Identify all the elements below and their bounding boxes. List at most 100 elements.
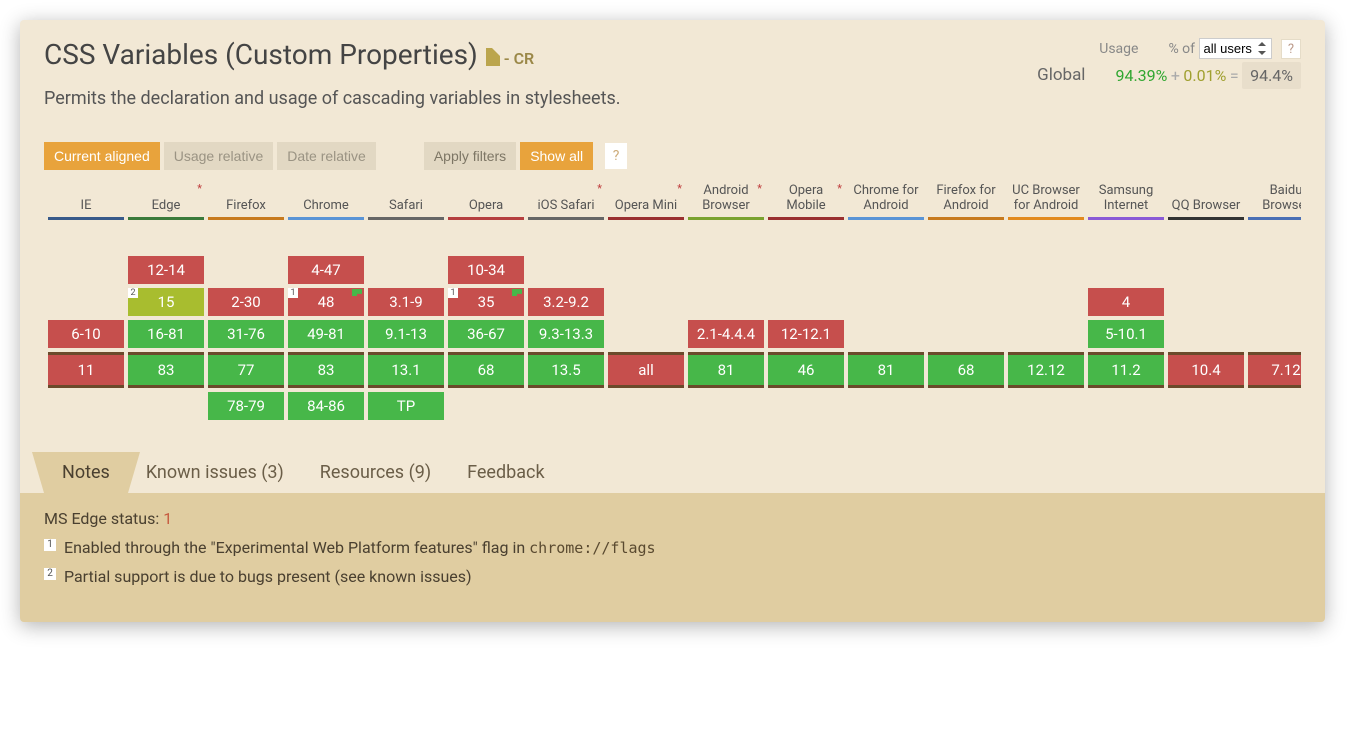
version-cell[interactable]: 49-81 <box>288 320 364 348</box>
tab-feedback[interactable]: Feedback <box>449 452 562 493</box>
version-cell[interactable]: 12-12.1 <box>768 320 844 348</box>
version-cell <box>448 224 524 252</box>
spec-doc-icon[interactable] <box>486 48 500 66</box>
version-cell <box>208 256 284 284</box>
date-relative-button[interactable]: Date relative <box>277 142 376 170</box>
current-version-cell[interactable]: 12.12 <box>1008 352 1084 388</box>
current-version-cell[interactable]: 81 <box>848 352 924 388</box>
future-version-cell[interactable]: 84-86 <box>288 392 364 420</box>
controls-help-button[interactable]: ? <box>605 143 627 169</box>
version-cell[interactable]: 36-67 <box>448 320 524 348</box>
version-cell <box>1168 224 1244 252</box>
current-version-cell[interactable]: 13.1 <box>368 352 444 388</box>
version-cell <box>928 320 1004 348</box>
browser-header[interactable]: Opera <box>448 182 524 220</box>
browser-header[interactable]: Safari <box>368 182 444 220</box>
current-version-cell[interactable]: 7.12 <box>1248 352 1301 388</box>
view-controls: Current aligned Usage relative Date rela… <box>20 142 1325 170</box>
version-cell[interactable]: 481 <box>288 288 364 316</box>
note-badge: 1 <box>448 288 458 298</box>
version-cell[interactable]: 2-30 <box>208 288 284 316</box>
current-aligned-button[interactable]: Current aligned <box>44 142 160 170</box>
version-cell <box>1248 288 1301 316</box>
version-cell[interactable]: 10-34 <box>448 256 524 284</box>
version-cell <box>928 288 1004 316</box>
apply-filters-button[interactable]: Apply filters <box>424 142 516 170</box>
version-cell[interactable]: 9.3-13.3 <box>528 320 604 348</box>
usage-relative-button[interactable]: Usage relative <box>164 142 274 170</box>
version-cell <box>288 224 364 252</box>
version-cell[interactable]: 5-10.1 <box>1088 320 1164 348</box>
edge-status-value[interactable]: 1 <box>163 509 172 528</box>
version-cell[interactable]: 152 <box>128 288 204 316</box>
pct-of-label: % of <box>1168 41 1195 57</box>
current-version-cell[interactable]: 83 <box>288 352 364 388</box>
version-cell[interactable]: 2.1-4.4.4 <box>688 320 764 348</box>
version-cell <box>848 288 924 316</box>
browser-header[interactable]: Chrome <box>288 182 364 220</box>
browser-header[interactable]: Samsung Internet <box>1088 182 1164 220</box>
current-version-cell[interactable]: 77 <box>208 352 284 388</box>
version-cell <box>368 224 444 252</box>
current-version-cell[interactable]: 11.2 <box>1088 352 1164 388</box>
version-cell <box>688 288 764 316</box>
current-version-cell[interactable]: 83 <box>128 352 204 388</box>
current-version-cell[interactable]: 46 <box>768 352 844 388</box>
version-cell <box>1168 256 1244 284</box>
current-version-cell[interactable]: 11 <box>48 352 124 388</box>
version-cell[interactable]: 3.2-9.2 <box>528 288 604 316</box>
current-version-cell[interactable]: 10.4 <box>1168 352 1244 388</box>
future-version-cell[interactable]: 78-79 <box>208 392 284 420</box>
version-cell[interactable]: 6-10 <box>48 320 124 348</box>
version-cell[interactable]: 4-47 <box>288 256 364 284</box>
current-version-cell[interactable]: 13.5 <box>528 352 604 388</box>
future-version-cell[interactable]: TP <box>368 392 444 420</box>
version-cell[interactable]: 16-81 <box>128 320 204 348</box>
support-table: IEEdge*FirefoxChromeSafariOperaiOS Safar… <box>44 178 1301 424</box>
global-label: Global <box>1037 65 1085 85</box>
version-cell <box>768 224 844 252</box>
current-version-cell[interactable]: all <box>608 352 684 388</box>
browser-header[interactable]: Android Browser* <box>688 182 764 220</box>
current-version-cell[interactable]: 81 <box>688 352 764 388</box>
support-table-scroll[interactable]: IEEdge*FirefoxChromeSafariOperaiOS Safar… <box>44 178 1301 434</box>
browser-header[interactable]: Firefox for Android <box>928 182 1004 220</box>
browser-header[interactable]: UC Browser for Android <box>1008 182 1084 220</box>
browser-header[interactable]: IE <box>48 182 124 220</box>
help-button[interactable]: ? <box>1281 39 1301 59</box>
browser-header[interactable]: Chrome for Android <box>848 182 924 220</box>
version-cell <box>48 288 124 316</box>
show-all-button[interactable]: Show all <box>520 142 593 170</box>
footnote-1-badge: 1 <box>44 539 56 551</box>
feature-title: CSS Variables (Custom Properties) <box>44 38 478 71</box>
version-cell <box>768 288 844 316</box>
asterisk-icon: * <box>757 182 762 195</box>
asterisk-icon: * <box>197 182 202 195</box>
version-cell[interactable]: 351 <box>448 288 524 316</box>
future-version-cell <box>848 392 924 420</box>
browser-header[interactable]: Baidu Browser <box>1248 182 1301 220</box>
browser-header[interactable]: Opera Mini* <box>608 182 684 220</box>
browser-header[interactable]: QQ Browser <box>1168 182 1244 220</box>
scope-select[interactable]: all users <box>1199 38 1272 59</box>
version-cell[interactable]: 4 <box>1088 288 1164 316</box>
tab-notes[interactable]: Notes <box>44 452 128 493</box>
version-cell <box>128 224 204 252</box>
future-version-cell <box>1088 392 1164 420</box>
version-cell[interactable]: 3.1-9 <box>368 288 444 316</box>
version-cell[interactable]: 12-14 <box>128 256 204 284</box>
browser-header[interactable]: Firefox <box>208 182 284 220</box>
version-cell[interactable]: 31-76 <box>208 320 284 348</box>
current-version-cell[interactable]: 68 <box>448 352 524 388</box>
browser-header[interactable]: iOS Safari* <box>528 182 604 220</box>
version-cell <box>608 288 684 316</box>
version-cell[interactable]: 9.1-13 <box>368 320 444 348</box>
tab-issues[interactable]: Known issues (3) <box>128 452 302 493</box>
version-cell <box>1248 320 1301 348</box>
title-block: CSS Variables (Custom Properties) - CR P… <box>44 38 621 112</box>
tab-resources[interactable]: Resources (9) <box>302 452 449 493</box>
current-version-cell[interactable]: 68 <box>928 352 1004 388</box>
browser-header[interactable]: Opera Mobile* <box>768 182 844 220</box>
browser-header[interactable]: Edge* <box>128 182 204 220</box>
pct-partial: 0.01% <box>1183 66 1226 85</box>
